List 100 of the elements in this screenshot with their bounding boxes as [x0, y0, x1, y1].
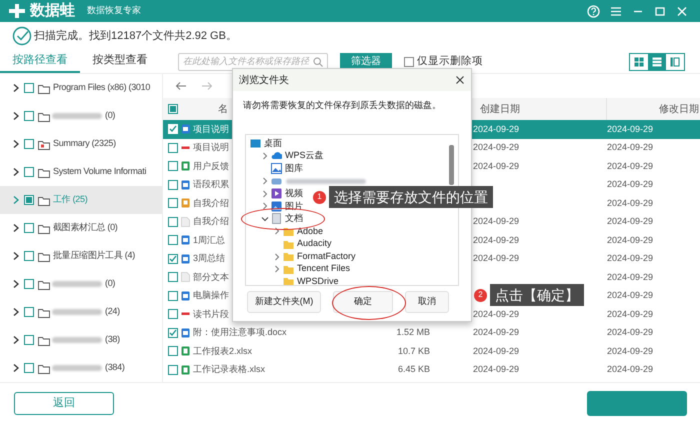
file-size: 10.7 KB	[398, 346, 430, 356]
chevron-icon[interactable]	[12, 363, 20, 373]
folder-icon	[38, 222, 50, 234]
chevron-icon[interactable]	[12, 111, 20, 121]
modified-date: 2024-09-29	[607, 124, 654, 134]
forward-arrow-icon[interactable]	[201, 81, 213, 91]
document-icon	[181, 290, 190, 301]
back-button[interactable]: 返回	[14, 392, 114, 415]
chevron-icon[interactable]	[12, 307, 20, 317]
created-date: 2024-09-29	[473, 346, 520, 356]
view-tab[interactable]: 按路径查看	[0, 50, 80, 73]
chevron-icon[interactable]	[12, 251, 20, 261]
help-icon[interactable]	[587, 4, 600, 18]
checkbox[interactable]	[24, 111, 34, 121]
folder-icon	[38, 166, 50, 178]
spreadsheet-icon	[181, 364, 190, 375]
file-name: 语段积累	[193, 179, 229, 189]
chevron-icon[interactable]	[12, 335, 20, 345]
checkbox[interactable]	[24, 363, 34, 373]
checkbox[interactable]	[168, 142, 178, 153]
checkbox[interactable]	[168, 198, 178, 208]
file-name: 1周汇总	[193, 234, 226, 244]
tree-item[interactable]: Tencent Files	[297, 262, 350, 276]
checkbox[interactable]	[168, 364, 178, 375]
checkbox[interactable]	[168, 346, 178, 356]
tree-item[interactable]: 图片	[285, 200, 303, 214]
folder-label: Program Files (x86) (3010	[53, 81, 150, 94]
grid-view-icon	[634, 56, 644, 66]
page-icon	[181, 216, 190, 227]
checkbox[interactable]	[168, 328, 178, 338]
folder-label: (24)	[105, 305, 120, 318]
checkbox[interactable]	[168, 104, 178, 114]
tree-item[interactable]: 文档	[285, 212, 303, 226]
folder-icon	[38, 306, 50, 318]
modified-date: 2024-09-29	[607, 179, 654, 189]
checkbox[interactable]	[24, 195, 34, 205]
chevron-icon[interactable]	[12, 223, 20, 233]
tree-item[interactable]: 桌面	[264, 136, 282, 150]
cancel-button[interactable]: 取消	[405, 291, 449, 313]
checkbox[interactable]	[168, 254, 178, 264]
document-icon	[181, 180, 190, 190]
new-folder-button[interactable]: 新建文件夹(M)	[247, 291, 321, 313]
tree-item[interactable]: WPS云盘	[285, 149, 324, 163]
checkbox[interactable]	[24, 167, 34, 177]
tree-item[interactable]: 图库	[285, 162, 303, 176]
checkbox[interactable]	[24, 335, 34, 345]
scrollbar-thumb[interactable]	[449, 145, 454, 185]
tree-item[interactable]: WPSDrive	[297, 275, 339, 285]
slides-icon	[181, 198, 190, 208]
chevron-icon[interactable]	[12, 139, 20, 149]
chevron-icon[interactable]	[12, 279, 20, 289]
maximize-icon[interactable]	[654, 6, 666, 16]
checkbox[interactable]	[168, 161, 178, 172]
close-icon[interactable]	[455, 75, 465, 85]
callout-label: 点击【确定】	[490, 284, 584, 306]
tree-item[interactable]: Adobe	[297, 224, 324, 238]
checkbox[interactable]	[24, 307, 34, 317]
column-header[interactable]: 创建日期	[480, 102, 520, 116]
checkbox[interactable]	[24, 83, 34, 93]
folder-icon	[38, 110, 50, 122]
chevron-icon[interactable]	[12, 83, 20, 93]
ok-button[interactable]: 确定	[333, 291, 393, 313]
column-header[interactable]: 修改日期	[659, 104, 699, 114]
tree-item[interactable]: Audacity	[297, 237, 332, 251]
spreadsheet-icon	[181, 346, 190, 356]
file-name: 自我介绍	[193, 198, 229, 208]
document-icon	[181, 124, 190, 134]
created-date: 2024-09-29	[473, 216, 520, 226]
file-name: 附：使用注意事项.docx	[193, 327, 287, 337]
folder-icon	[38, 334, 50, 346]
checkbox[interactable]	[24, 279, 34, 289]
tree-item[interactable]: FormatFactory	[297, 250, 356, 264]
file-name: 电脑操作	[193, 290, 229, 300]
checkbox[interactable]	[404, 56, 414, 66]
checkbox[interactable]	[24, 223, 34, 233]
folder-icon	[283, 251, 294, 262]
folder-label: (384)	[105, 361, 125, 374]
created-date: 2024-09-29	[473, 142, 520, 152]
view-toggle[interactable]	[648, 54, 666, 70]
search-field[interactable]: 在此处输入文件名称或保存路径	[178, 52, 328, 70]
view-tab[interactable]: 按类型查看	[80, 50, 160, 73]
video-icon	[271, 188, 282, 200]
column-header[interactable]: 名	[218, 104, 228, 114]
checkbox[interactable]	[168, 272, 178, 282]
checkbox[interactable]	[168, 235, 178, 246]
back-arrow-icon[interactable]	[175, 81, 187, 91]
menu-icon[interactable]	[610, 6, 622, 16]
tree-item[interactable]: 视频	[285, 186, 303, 200]
checkbox[interactable]	[168, 309, 178, 320]
checkbox[interactable]	[24, 139, 34, 149]
dialog-title: 浏览文件夹	[239, 74, 289, 88]
checkbox[interactable]	[168, 180, 178, 190]
app-name: 数据蛙	[30, 0, 75, 21]
checkbox[interactable]	[168, 290, 178, 301]
file-name: 项目说明	[193, 142, 229, 152]
chevron-icon[interactable]	[12, 167, 20, 177]
checkbox[interactable]	[168, 216, 178, 227]
modified-date: 2024-09-29	[607, 142, 654, 152]
checkbox[interactable]	[24, 251, 34, 261]
check-circle-icon	[12, 26, 32, 46]
